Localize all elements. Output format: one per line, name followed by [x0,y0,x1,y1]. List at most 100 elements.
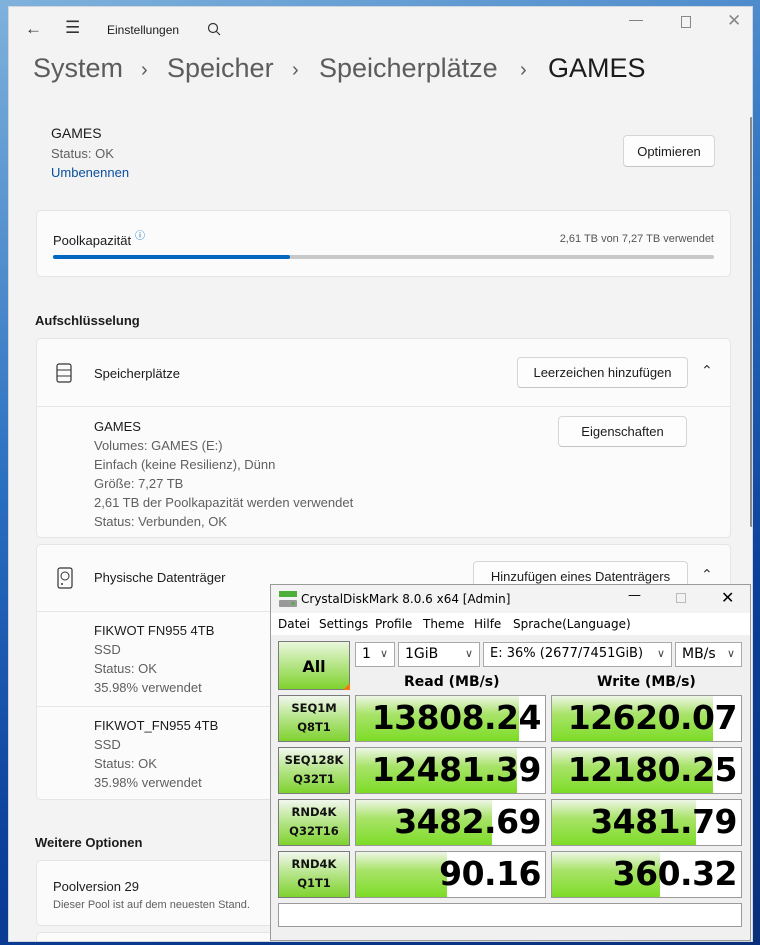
disk-status: Status: OK [94,756,157,771]
capacity-bar [53,255,714,259]
pool-version: Poolversion 29 [53,879,139,894]
chevron-down-icon: ∨ [379,647,388,660]
more-options-heading: Weitere Optionen [35,835,143,850]
write-value: 12180.25 [567,750,738,789]
disk-type: SSD [94,642,121,657]
all-button[interactable]: All [278,641,350,690]
menu-theme[interactable]: Theme [423,617,464,631]
space-resiliency: Einfach (keine Resilienz), Dünn [94,457,276,472]
test-name: SEQ128K [284,753,344,767]
search-icon[interactable] [207,22,221,36]
disk-type: SSD [94,737,121,752]
minimize-button[interactable]: — [628,588,641,603]
menu-settings[interactable]: Settings [319,617,368,631]
write-header: Write (MB/s) [597,674,696,690]
test-button[interactable]: RND4K Q1T1 [278,851,350,898]
storage-space-icon [56,363,72,383]
properties-button[interactable]: Eigenschaften [558,416,687,447]
disk-name: FIKWOT FN955 4TB [94,623,215,638]
breadcrumb-system[interactable]: System [33,53,123,84]
write-result: 3481.79 [551,799,742,846]
chevron-right-icon: › [292,59,299,81]
breadcrumb-speicherplaetze[interactable]: Speicherplätze [319,53,498,84]
write-result: 12180.25 [551,747,742,794]
back-icon[interactable]: ← [25,19,42,39]
drive-value: E: 36% (2677/7451GiB) [490,646,644,661]
count-value: 1 [362,646,371,662]
capacity-label: Poolkapazität [53,233,132,248]
close-button[interactable]: ✕ [727,11,741,31]
crystaldiskmark-window: CrystalDiskMark 8.0.6 x64 [Admin] — ✕ Da… [270,584,751,941]
pool-status: Status: OK [51,146,114,161]
chevron-up-icon[interactable]: ⌄ [701,565,713,582]
cdm-title: CrystalDiskMark 8.0.6 x64 [Admin] [301,592,511,606]
write-value: 3481.79 [590,802,737,841]
divider [37,406,730,407]
capacity-usage: 2,61 TB von 7,27 TB verwendet [559,233,714,245]
breadcrumb-speicher[interactable]: Speicher [167,53,274,84]
test-button[interactable]: RND4K Q32T16 [278,799,350,846]
unit-select[interactable]: MB/s ∨ [675,642,742,667]
menu-icon[interactable]: ☰ [65,18,80,38]
minimize-button[interactable]: — [629,11,643,27]
chevron-up-icon[interactable]: ⌄ [701,361,713,378]
rename-link[interactable]: Umbenennen [51,165,129,180]
test-name: RND4K [291,805,337,819]
test-name: RND4K [291,857,337,871]
disk-name: FIKWOT_FN955 4TB [94,718,219,733]
chevron-down-icon: ∨ [656,647,665,660]
chevron-down-icon: ∨ [464,647,473,660]
disk-used: 35.98% verwendet [94,775,202,790]
pool-name: GAMES [51,125,102,141]
count-select[interactable]: 1 ∨ [355,642,395,667]
menu-bar: Datei Settings Profile Theme Hilfe Sprac… [271,613,750,635]
pool-version-desc: Dieser Pool ist auf dem neuesten Stand. [53,899,250,911]
test-button[interactable]: SEQ128K Q32T1 [278,747,350,794]
read-bar [356,852,447,897]
spaces-title: Speicherplätze [94,366,180,381]
menu-language[interactable]: Sprache(Language) [513,617,631,631]
read-result: 3482.69 [355,799,546,846]
app-title: Einstellungen [107,23,180,37]
cdm-titlebar: CrystalDiskMark 8.0.6 x64 [Admin] — ✕ [271,585,750,613]
storage-spaces-card: Speicherplätze Leerzeichen hinzufügen ⌄ … [36,338,731,538]
read-result: 90.16 [355,851,546,898]
status-bar [278,903,742,927]
write-value: 12620.07 [567,698,738,737]
disk-status: Status: OK [94,661,157,676]
space-volumes: Volumes: GAMES (E:) [94,438,223,453]
menu-datei[interactable]: Datei [278,617,310,631]
menu-hilfe[interactable]: Hilfe [474,617,501,631]
size-select[interactable]: 1GiB ∨ [398,642,480,667]
app-icon [279,591,297,607]
space-status: Status: Verbunden, OK [94,514,227,529]
scrollbar[interactable] [750,117,752,527]
close-button[interactable]: ✕ [721,588,734,607]
optimize-button[interactable]: Optimieren [623,135,715,167]
disk-used: 35.98% verwendet [94,680,202,695]
page-title: GAMES [548,53,646,83]
capacity-bar-fill [53,255,291,259]
corner-marker [343,683,350,690]
chevron-right-icon: › [141,59,148,81]
breakdown-heading: Aufschlüsselung [35,313,140,328]
capacity-card: Poolkapazität ⓘ 2,61 TB von 7,27 TB verw… [36,210,731,277]
test-params: Q32T16 [289,824,339,838]
test-button[interactable]: SEQ1M Q8T1 [278,695,350,742]
space-used: 2,61 TB der Poolkapazität werden verwend… [94,495,354,510]
write-result: 12620.07 [551,695,742,742]
unit-value: MB/s [682,646,716,662]
read-result: 13808.24 [355,695,546,742]
info-icon[interactable]: ⓘ [135,227,145,242]
write-result: 360.32 [551,851,742,898]
maximize-button[interactable] [681,16,691,28]
add-space-button[interactable]: Leerzeichen hinzufügen [517,357,688,388]
read-value: 13808.24 [371,698,542,737]
chevron-down-icon: ∨ [726,647,735,660]
menu-profile[interactable]: Profile [375,617,412,631]
read-value: 3482.69 [394,802,541,841]
test-params: Q1T1 [297,876,331,890]
test-name: SEQ1M [291,701,337,715]
drive-select[interactable]: E: 36% (2677/7451GiB) ∨ [483,642,672,667]
test-params: Q8T1 [297,720,331,734]
